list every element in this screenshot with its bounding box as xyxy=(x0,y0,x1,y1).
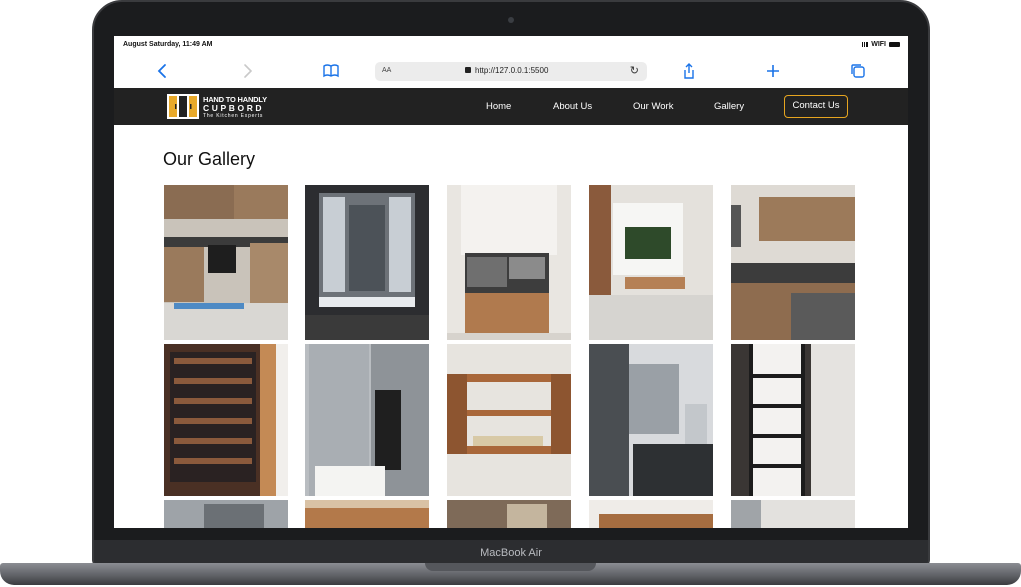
back-icon[interactable] xyxy=(154,62,172,80)
gallery-image-grey-pantry[interactable] xyxy=(305,344,429,496)
nav-gallery[interactable]: Gallery xyxy=(714,101,744,112)
gallery-image-wood-shelves[interactable] xyxy=(447,344,571,496)
bookmarks-icon[interactable] xyxy=(322,62,340,80)
nav-about-us[interactable]: About Us xyxy=(553,101,592,112)
lock-icon xyxy=(465,67,471,73)
system-indicators: WIFI xyxy=(862,41,900,48)
device-label: MacBook Air xyxy=(480,547,542,559)
gallery-image-shelf-frame[interactable] xyxy=(731,344,855,496)
laptop-mockup: August Saturday, 11:49 AM WIFI AA http:/… xyxy=(0,0,1021,587)
nav-our-work[interactable]: Our Work xyxy=(633,101,673,112)
nav-home[interactable]: Home xyxy=(486,101,511,112)
webcam xyxy=(508,17,514,23)
url-value: http://127.0.0.1:5500 xyxy=(475,66,549,75)
gallery-image-wall-bracket[interactable] xyxy=(589,344,713,496)
contact-us-button[interactable]: Contact Us xyxy=(784,95,848,118)
logo-tagline: The Kitchen Experts xyxy=(203,113,264,119)
wifi-label: WIFI xyxy=(871,41,886,48)
forward-icon[interactable] xyxy=(238,62,256,80)
cupboard-logo-icon xyxy=(167,94,199,119)
address-bar[interactable]: AA http://127.0.0.1:5500 ↻ xyxy=(375,62,647,81)
signal-icon xyxy=(862,42,869,47)
browser-toolbar: AA http://127.0.0.1:5500 ↻ xyxy=(114,54,908,88)
new-tab-icon[interactable] xyxy=(764,62,782,80)
site-logo[interactable]: HAND TO HANDLY CUPBORD The Kitchen Exper… xyxy=(166,93,294,120)
logo-line-2: CUPBORD xyxy=(203,103,265,113)
page-title: Our Gallery xyxy=(163,149,256,169)
site-navbar: HAND TO HANDLY CUPBORD The Kitchen Exper… xyxy=(114,88,908,125)
gallery-image-glass-cabinet[interactable] xyxy=(305,185,429,340)
gallery-image-wine-wall[interactable] xyxy=(164,344,288,496)
tabs-icon[interactable] xyxy=(849,62,867,80)
gallery-image-kitchen-corner[interactable] xyxy=(164,185,288,340)
text-size-button[interactable]: AA xyxy=(382,67,391,74)
battery-icon xyxy=(889,42,900,47)
status-bar: August Saturday, 11:49 AM WIFI xyxy=(114,36,908,54)
gallery-image-partial-1[interactable] xyxy=(164,500,288,528)
gallery-image-oven-tower[interactable] xyxy=(447,185,571,340)
gallery-image-partial-3[interactable] xyxy=(447,500,571,528)
url-text: http://127.0.0.1:5500 xyxy=(465,66,548,75)
reload-icon[interactable]: ↻ xyxy=(630,64,639,77)
gallery-image-partial-5[interactable] xyxy=(731,500,855,528)
gallery-image-partial-2[interactable] xyxy=(305,500,429,528)
share-icon[interactable] xyxy=(680,62,698,80)
gallery-image-tv-unit[interactable] xyxy=(589,185,713,340)
trackpad-notch xyxy=(425,563,596,571)
gallery-image-wood-kitchen[interactable] xyxy=(731,185,855,340)
browser-screen: August Saturday, 11:49 AM WIFI AA http:/… xyxy=(114,36,908,528)
gallery-image-partial-4[interactable] xyxy=(589,500,713,528)
status-time: August Saturday, 11:49 AM xyxy=(123,41,213,48)
